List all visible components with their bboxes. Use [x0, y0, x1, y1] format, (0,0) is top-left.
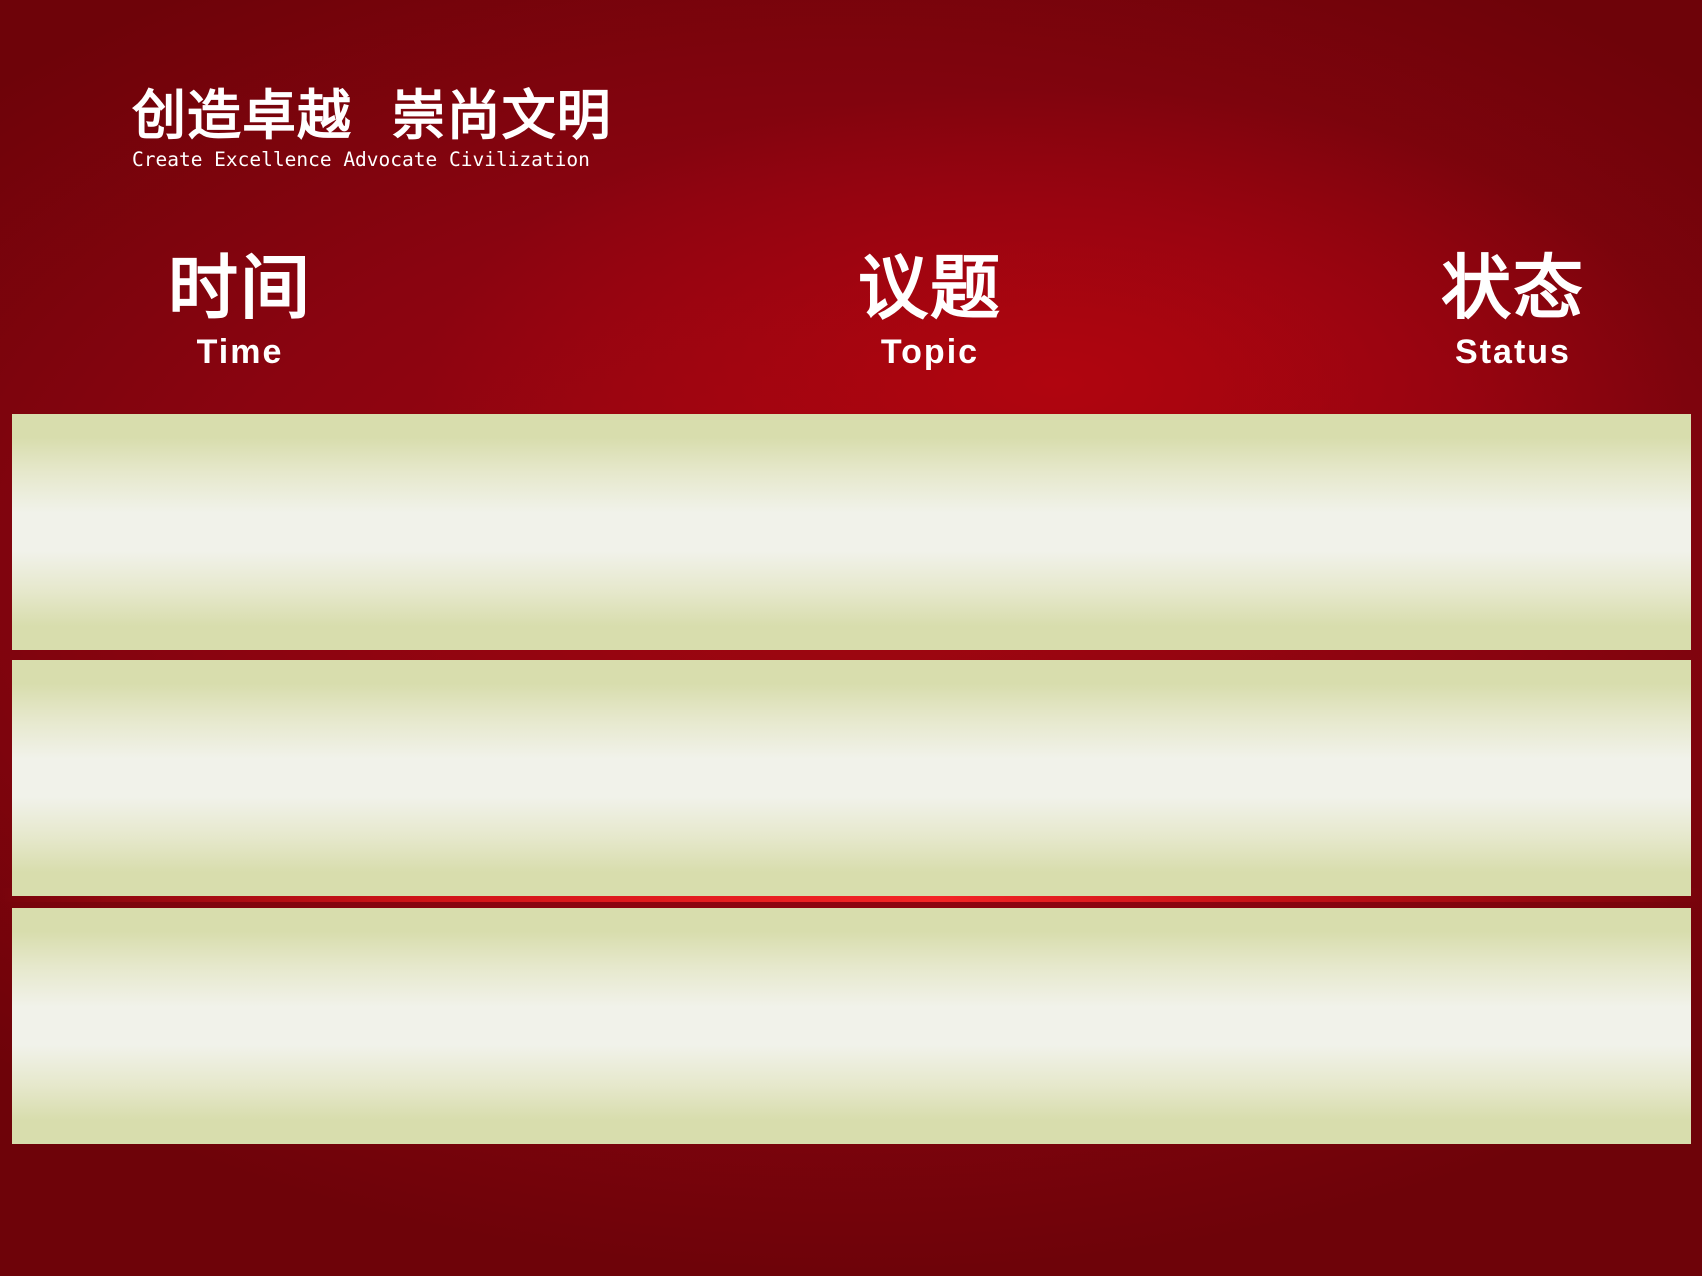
row-status-cell — [1252, 908, 1691, 1144]
column-header-time: 时间 Time — [140, 250, 340, 372]
row-topic-cell — [452, 414, 1252, 650]
row-topic-cell — [452, 660, 1252, 896]
column-header-topic-cn: 议题 — [858, 247, 1002, 329]
schedule-row — [12, 908, 1691, 1144]
slogan: 创造卓越 崇尚文明 Create Excellence Advocate Civ… — [132, 86, 612, 172]
column-header-time-en: Time — [196, 333, 284, 371]
slogan-chinese: 创造卓越 崇尚文明 — [132, 84, 612, 147]
column-header-topic-en: Topic — [880, 333, 980, 371]
schedule-row — [12, 414, 1691, 650]
row-topic-cell — [452, 908, 1252, 1144]
row-time-cell — [12, 908, 452, 1144]
column-header-status: 状态 Status — [1413, 250, 1613, 372]
row-time-cell — [12, 414, 452, 650]
row-status-cell — [1252, 660, 1691, 896]
schedule-row — [12, 660, 1691, 896]
column-header-time-cn: 时间 — [168, 247, 312, 329]
meeting-schedule-board: 创造卓越 崇尚文明 Create Excellence Advocate Civ… — [0, 0, 1702, 1276]
column-header-status-en: Status — [1455, 333, 1571, 371]
row-status-cell — [1252, 414, 1691, 650]
row-time-cell — [12, 660, 452, 896]
column-header-status-cn: 状态 — [1441, 247, 1585, 329]
column-header-topic: 议题 Topic — [830, 250, 1030, 372]
slogan-english: Create Excellence Advocate Civilization — [132, 148, 590, 171]
